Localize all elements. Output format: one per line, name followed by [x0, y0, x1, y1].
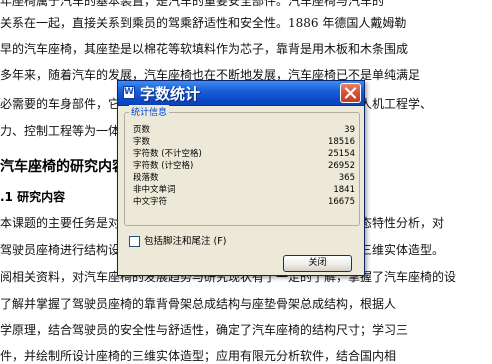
stat-row-pages: 页数 39 [133, 125, 355, 136]
document-line: 关系在一起，直接关系到乘员的驾乘舒适性和安全性。1886 年德国人戴姆勒 [0, 16, 407, 30]
stat-value: 39 [344, 125, 355, 135]
statistics-group: 统计信息 页数 39 字数 18516 字符数 (不计空格) 25154 字符数… [124, 105, 360, 226]
stat-row-non-chinese-words: 非中文单词 1841 [133, 185, 355, 196]
close-button[interactable]: 关闭 [283, 255, 352, 272]
include-footnotes-checkbox[interactable] [129, 236, 140, 247]
stat-row-chinese-chars: 中文字符 16675 [133, 197, 355, 208]
document-line: 早的汽车座椅，其座垫是以棉花等软填料作为芯子，靠背是用木板和木条围成 [0, 42, 409, 56]
dialog-titlebar[interactable]: W 字数统计 [118, 81, 364, 106]
stat-row-paragraphs: 段落数 365 [133, 173, 355, 184]
stat-row-words: 字数 18516 [133, 137, 355, 148]
stat-label: 中文字符 [133, 197, 168, 207]
stat-label: 字符数 (不计空格) [133, 149, 202, 159]
stat-value: 16675 [327, 197, 355, 207]
stat-row-chars-no-spaces: 字符数 (不计空格) 25154 [133, 149, 355, 160]
word-count-dialog: W 字数统计 统计信息 页数 39 字数 18516 字符数 (不计空格) 25… [117, 80, 365, 276]
close-x-button[interactable] [340, 83, 361, 103]
stat-value: 26952 [327, 161, 355, 171]
stat-value: 18516 [327, 137, 355, 147]
word-app-icon: W [123, 86, 135, 99]
document-line: 了解并掌握了驾驶员座椅的靠背骨架总成结构与座垫骨架总成结构，根据人 [0, 297, 397, 311]
close-x-icon [344, 87, 357, 99]
stat-value: 1841 [333, 185, 355, 195]
subsection-heading: .1 研究内容 [0, 190, 66, 204]
stat-value: 365 [338, 173, 355, 183]
statistics-group-title: 统计信息 [129, 105, 170, 118]
stat-row-chars-with-spaces: 字符数 (计空格) 26952 [133, 161, 355, 172]
stat-label: 字数 [133, 137, 151, 147]
document-line: 件，并绘制所设计座椅的三维实体造型；应用有限元分析软件，结合国内相 [0, 349, 397, 363]
include-footnotes-label[interactable]: 包括脚注和尾注 (F) [144, 235, 226, 248]
stat-label: 页数 [133, 125, 151, 135]
document-line: 学原理，结合驾驶员的安全性与舒适性，确定了汽车座椅的结构尺寸；学习三 [0, 323, 409, 337]
document-line: 年座椅属于汽车的基本装置，是汽车的重要安全部件。汽车座椅与汽车的 [0, 0, 385, 8]
stat-value: 25154 [327, 149, 355, 159]
stat-label: 字符数 (计空格) [133, 161, 194, 171]
stat-label: 段落数 [133, 173, 159, 183]
dialog-title: 字数统计 [140, 85, 201, 103]
stat-label: 非中文单词 [133, 185, 176, 195]
section-heading: 汽车座椅的研究内容 [0, 159, 126, 175]
